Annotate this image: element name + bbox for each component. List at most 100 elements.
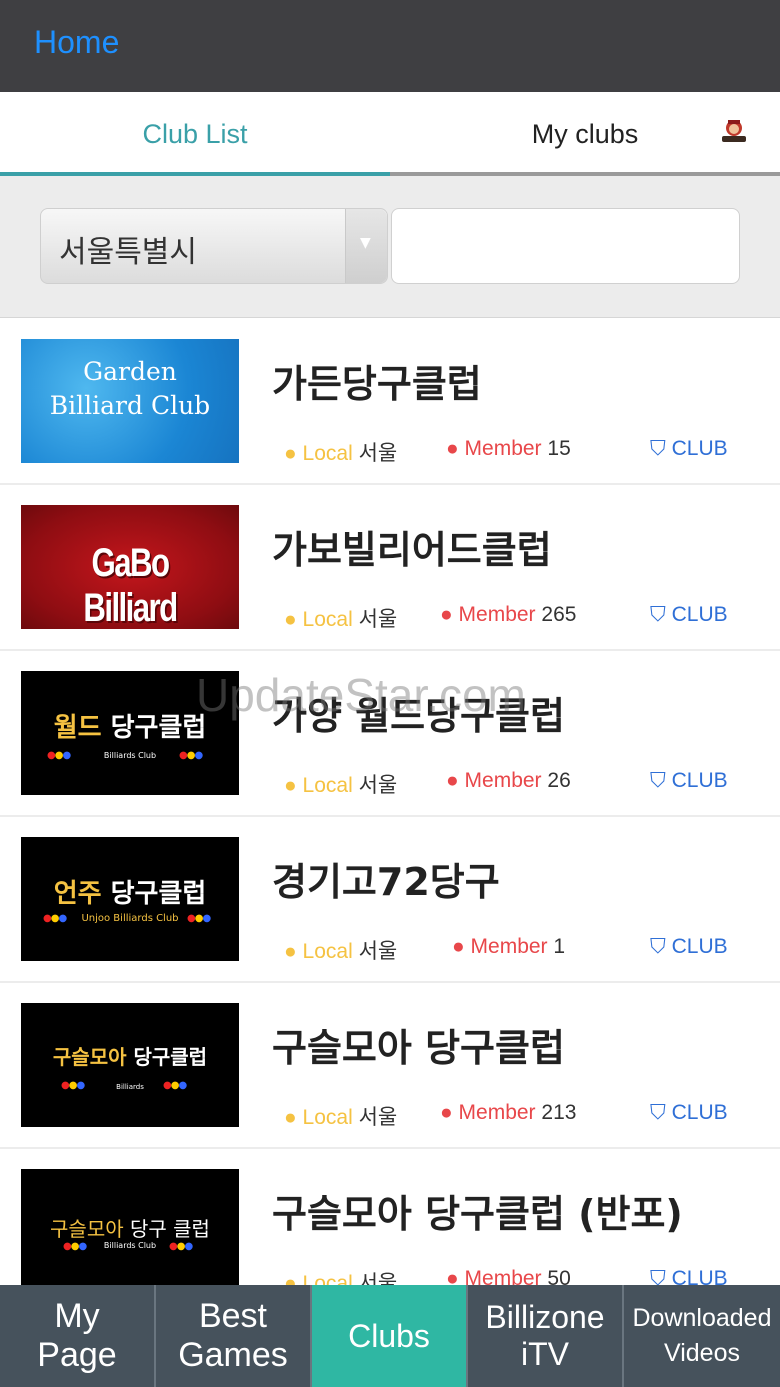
thumb-line1a: 언주 [53, 879, 102, 909]
member-label: Member [458, 603, 536, 626]
club-row[interactable]: 언주 당구클럽 Unjoo Billiards Club ●●● ●●● 경기고… [0, 817, 780, 983]
ball-dots-icon: ●●● [187, 913, 211, 924]
club-thumbnail: GaBo Billiard [21, 505, 239, 629]
nav-my-page[interactable]: My Page [0, 1285, 156, 1387]
nav-label-line2: Videos [664, 1339, 740, 1367]
nav-downloaded-videos[interactable]: Downloaded Videos [624, 1285, 780, 1387]
shield-icon: ⛉ [650, 603, 666, 626]
thumb-line1a: 구슬모아 [52, 1045, 127, 1069]
club-thumbnail: 월드 당구클럽 Billiards Club ●●● ●●● [21, 671, 239, 795]
thumb-line1: 언주 당구클럽 [21, 873, 239, 910]
filter-bar: 서울특별시 ▼ [0, 176, 780, 318]
person-icon: ● [440, 603, 453, 626]
dropdown-toggle[interactable]: ▼ [345, 209, 387, 283]
shield-icon: ⛉ [650, 437, 666, 460]
club-local: ● Local 서울 [284, 603, 397, 633]
local-value: 서울 [358, 1106, 398, 1129]
ball-dots-icon: ●●● [43, 913, 67, 924]
nav-billizone-itv[interactable]: Billizone iTV [468, 1285, 624, 1387]
ball-dots-icon: ●●● [179, 750, 203, 761]
nav-label-line2: Page [37, 1336, 117, 1374]
local-label: Local [302, 940, 353, 963]
local-label: Local [302, 608, 353, 631]
user-avatar-icon[interactable] [718, 118, 750, 144]
club-members: ● Member 265 [440, 603, 576, 627]
region-select[interactable]: 서울특별시 ▼ [40, 208, 388, 284]
local-label: Local [302, 1106, 353, 1129]
person-icon: ● [446, 769, 459, 792]
location-pin-icon: ● [284, 608, 297, 631]
club-name: 가든당구클럽 [272, 362, 482, 406]
club-members: ● Member 26 [446, 769, 571, 793]
club-row[interactable]: 구슬모아 당구클럽 Billiards ●●● ●●● 구슬모아 당구클럽 ● … [0, 983, 780, 1149]
club-badge: ⛉ CLUB [650, 437, 728, 461]
local-label: Local [302, 442, 353, 465]
ball-dots-icon: ●●● [63, 1241, 87, 1252]
thumb-line2: Billiards Club [103, 1241, 157, 1250]
club-name: 구슬모아 당구클럽 [272, 1026, 565, 1070]
thumb-line1: 구슬모아 당구클럽 [21, 1041, 239, 1070]
club-thumbnail: 언주 당구클럽 Unjoo Billiards Club ●●● ●●● [21, 837, 239, 961]
location-pin-icon: ● [284, 774, 297, 797]
club-members: ● Member 213 [440, 1101, 576, 1125]
search-input[interactable] [391, 208, 740, 284]
club-label: CLUB [671, 603, 728, 626]
shield-icon: ⛉ [650, 935, 666, 958]
club-local: ● Local 서울 [284, 1101, 397, 1131]
ball-dots-icon: ●●● [47, 750, 71, 761]
member-label: Member [470, 935, 548, 958]
thumb-line1: Garden [83, 357, 177, 386]
nav-label-line2: Games [178, 1336, 288, 1374]
club-name: 가보빌리어드클럽 [272, 528, 552, 572]
thumb-line1b: 당구 클럽 [130, 1217, 210, 1241]
tab-club-list[interactable]: Club List [0, 92, 390, 176]
person-icon: ● [440, 1101, 453, 1124]
nav-label-line2: iTV [520, 1336, 569, 1372]
member-count: 213 [541, 1101, 577, 1124]
nav-label-line1: My [54, 1296, 100, 1335]
nav-clubs[interactable]: Clubs [312, 1285, 468, 1387]
club-row[interactable]: 월드 당구클럽 Billiards Club ●●● ●●● 가양 월드당구클럽… [0, 651, 780, 817]
club-row[interactable]: Garden Billiard Club 가든당구클럽 ● Local 서울 ●… [0, 319, 780, 485]
thumb-line1: GaBo Billiard [83, 541, 178, 629]
local-value: 서울 [358, 442, 398, 465]
ball-dots-icon: ●●● [169, 1241, 193, 1252]
nav-label-line1: Billizone [485, 1299, 605, 1336]
local-label: Local [302, 774, 353, 797]
member-count: 15 [547, 437, 571, 460]
member-count: 265 [541, 603, 577, 626]
club-label: CLUB [671, 1101, 728, 1124]
top-bar: Home [0, 0, 780, 92]
thumb-line1b: 당구클럽 [133, 1045, 208, 1069]
local-value: 서울 [358, 940, 398, 963]
shield-icon: ⛉ [650, 1101, 666, 1124]
tab-bar: Club List My clubs [0, 92, 780, 176]
location-pin-icon: ● [284, 940, 297, 963]
club-name: 경기고72당구 [272, 860, 500, 904]
chevron-down-icon: ▼ [360, 235, 371, 251]
thumb-line1b: 당구클럽 [110, 879, 207, 909]
thumb-line2: Billiards [116, 1083, 144, 1091]
region-select-value: 서울특별시 [59, 235, 197, 270]
nav-label-line1: Clubs [348, 1317, 430, 1354]
ball-dots-icon: ●●● [61, 1080, 85, 1091]
club-members: ● Member 15 [446, 437, 571, 461]
location-pin-icon: ● [284, 442, 297, 465]
club-label: CLUB [671, 769, 728, 792]
local-value: 서울 [358, 774, 398, 797]
local-value: 서울 [358, 608, 398, 631]
club-row[interactable]: GaBo Billiard 가보빌리어드클럽 ● Local 서울 ● Memb… [0, 485, 780, 651]
club-thumbnail: 구슬모아 당구클럽 Billiards ●●● ●●● [21, 1003, 239, 1127]
member-label: Member [464, 437, 542, 460]
ball-dots-icon: ●●● [163, 1080, 187, 1091]
club-local: ● Local 서울 [284, 437, 397, 467]
nav-best-games[interactable]: Best Games [156, 1285, 312, 1387]
nav-label-line1: Best [198, 1296, 268, 1335]
location-pin-icon: ● [284, 1106, 297, 1129]
club-label: CLUB [671, 437, 728, 460]
member-count: 1 [553, 935, 566, 958]
person-icon: ● [452, 935, 465, 958]
bottom-nav: My Page Best Games Clubs Billizone iTV Down… [0, 1285, 780, 1387]
thumb-line1: 월드 당구클럽 [21, 707, 239, 744]
home-link[interactable]: Home [34, 24, 119, 61]
